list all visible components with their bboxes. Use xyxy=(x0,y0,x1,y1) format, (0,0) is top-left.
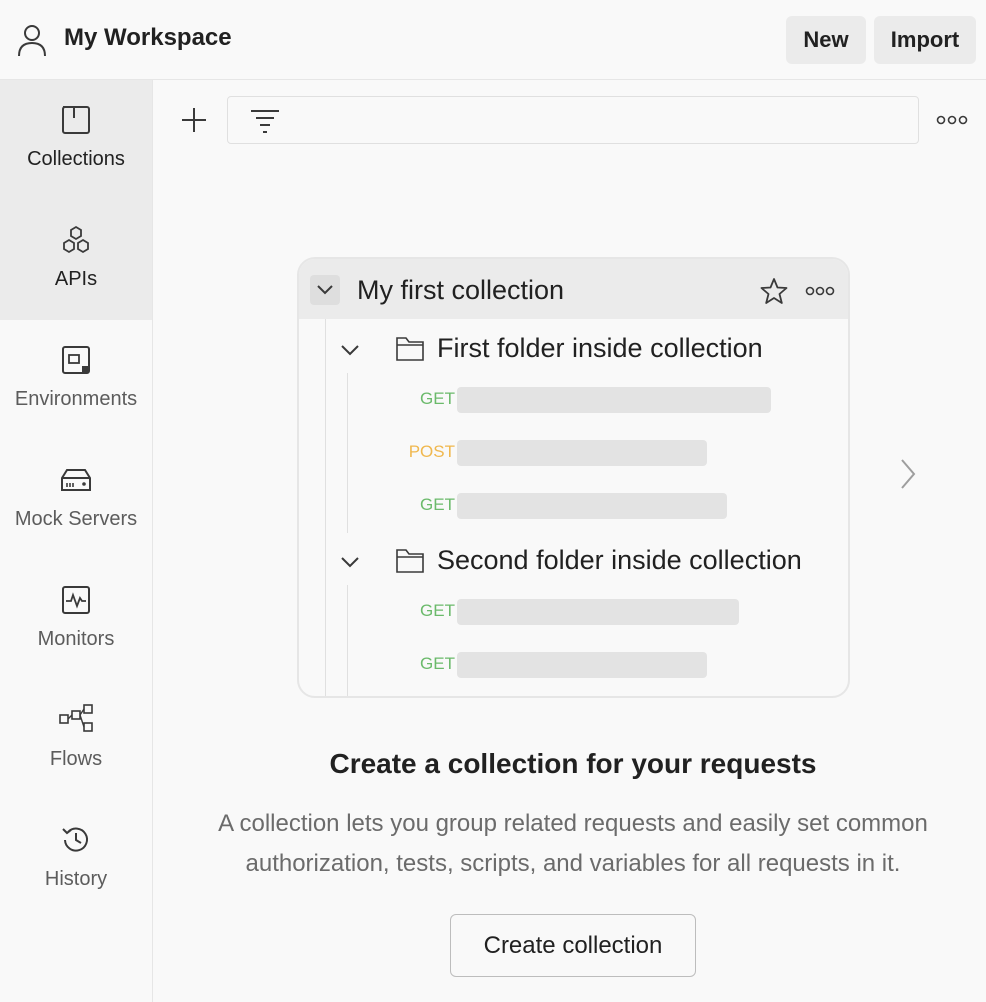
more-icon xyxy=(805,286,835,296)
sidebar-item-label: Collections xyxy=(27,148,125,170)
add-collection-button[interactable] xyxy=(174,100,214,140)
sidebar-item-flows[interactable]: Flows xyxy=(0,680,152,800)
request-method: GET xyxy=(420,389,455,408)
more-options-button[interactable] xyxy=(934,106,970,134)
sidebar: Collections APIs Environments Mock Serve… xyxy=(0,80,153,1002)
sidebar-item-apis[interactable]: APIs xyxy=(0,200,152,320)
mock-servers-icon xyxy=(58,462,94,498)
workspace-title[interactable]: My Workspace xyxy=(64,24,232,52)
flows-icon xyxy=(58,702,94,738)
sidebar-item-label: Flows xyxy=(49,748,103,770)
folder-icon xyxy=(396,337,424,361)
chevron-down-icon xyxy=(341,557,359,568)
sidebar-item-environments[interactable]: Environments xyxy=(0,320,152,440)
chevron-down-icon xyxy=(310,275,340,305)
request-method: GET xyxy=(420,601,455,620)
sidebar-item-mock-servers[interactable]: Mock Servers xyxy=(0,440,152,560)
request-placeholder-bar xyxy=(457,493,727,519)
sidebar-item-history[interactable]: History xyxy=(0,800,152,920)
new-button[interactable]: New xyxy=(786,16,866,64)
sidebar-item-label: Monitors xyxy=(37,628,115,650)
illustration-collection-title: My first collection xyxy=(357,275,565,305)
collection-illustration: My first collection First folder inside … xyxy=(297,257,850,698)
create-collection-button[interactable]: Create collection xyxy=(450,914,696,977)
workspace-header: My Workspace New Import xyxy=(0,0,986,80)
environments-icon xyxy=(58,342,94,378)
illustration-folder-label: Second folder inside collection xyxy=(437,545,802,575)
empty-state-title: Create a collection for your requests xyxy=(329,748,817,779)
apis-icon xyxy=(58,222,94,258)
illustration-collection-header: My first collection xyxy=(299,259,848,319)
sidebar-item-collections[interactable]: Collections xyxy=(0,80,152,200)
request-placeholder-bar xyxy=(457,440,707,466)
tree-guide-line xyxy=(347,585,348,696)
sidebar-item-label: Mock Servers xyxy=(14,508,138,530)
user-icon xyxy=(18,25,46,57)
request-placeholder-bar xyxy=(457,387,771,413)
illustration-folder-label: First folder inside collection xyxy=(437,333,763,363)
import-button[interactable]: Import xyxy=(874,16,976,64)
request-method: GET xyxy=(420,495,455,514)
illustration-folder-row: Second folder inside collection xyxy=(299,541,848,585)
folder-icon xyxy=(396,549,424,573)
illustration-folder-row: First folder inside collection xyxy=(299,329,848,373)
sidebar-item-monitors[interactable]: Monitors xyxy=(0,560,152,680)
filter-input[interactable] xyxy=(227,96,919,144)
plus-icon xyxy=(182,108,206,132)
sidebar-item-label: Environments xyxy=(14,388,138,410)
tree-guide-line xyxy=(347,373,348,533)
sidebar-item-label: APIs xyxy=(54,268,98,290)
chevron-down-icon xyxy=(341,345,359,356)
tree-guide-line xyxy=(325,319,326,696)
request-method: GET xyxy=(420,654,455,673)
request-placeholder-bar xyxy=(457,599,739,625)
monitors-icon xyxy=(58,582,94,618)
more-icon xyxy=(936,115,968,125)
request-method: POST xyxy=(408,442,455,461)
empty-state-description: A collection lets you group related requ… xyxy=(218,810,928,877)
request-placeholder-bar xyxy=(457,652,707,678)
chevron-right-icon[interactable] xyxy=(896,456,920,492)
history-icon xyxy=(58,822,94,858)
collections-icon xyxy=(58,102,94,138)
filter-icon xyxy=(251,110,279,133)
star-icon xyxy=(760,278,788,304)
sidebar-item-label: History xyxy=(44,868,108,890)
